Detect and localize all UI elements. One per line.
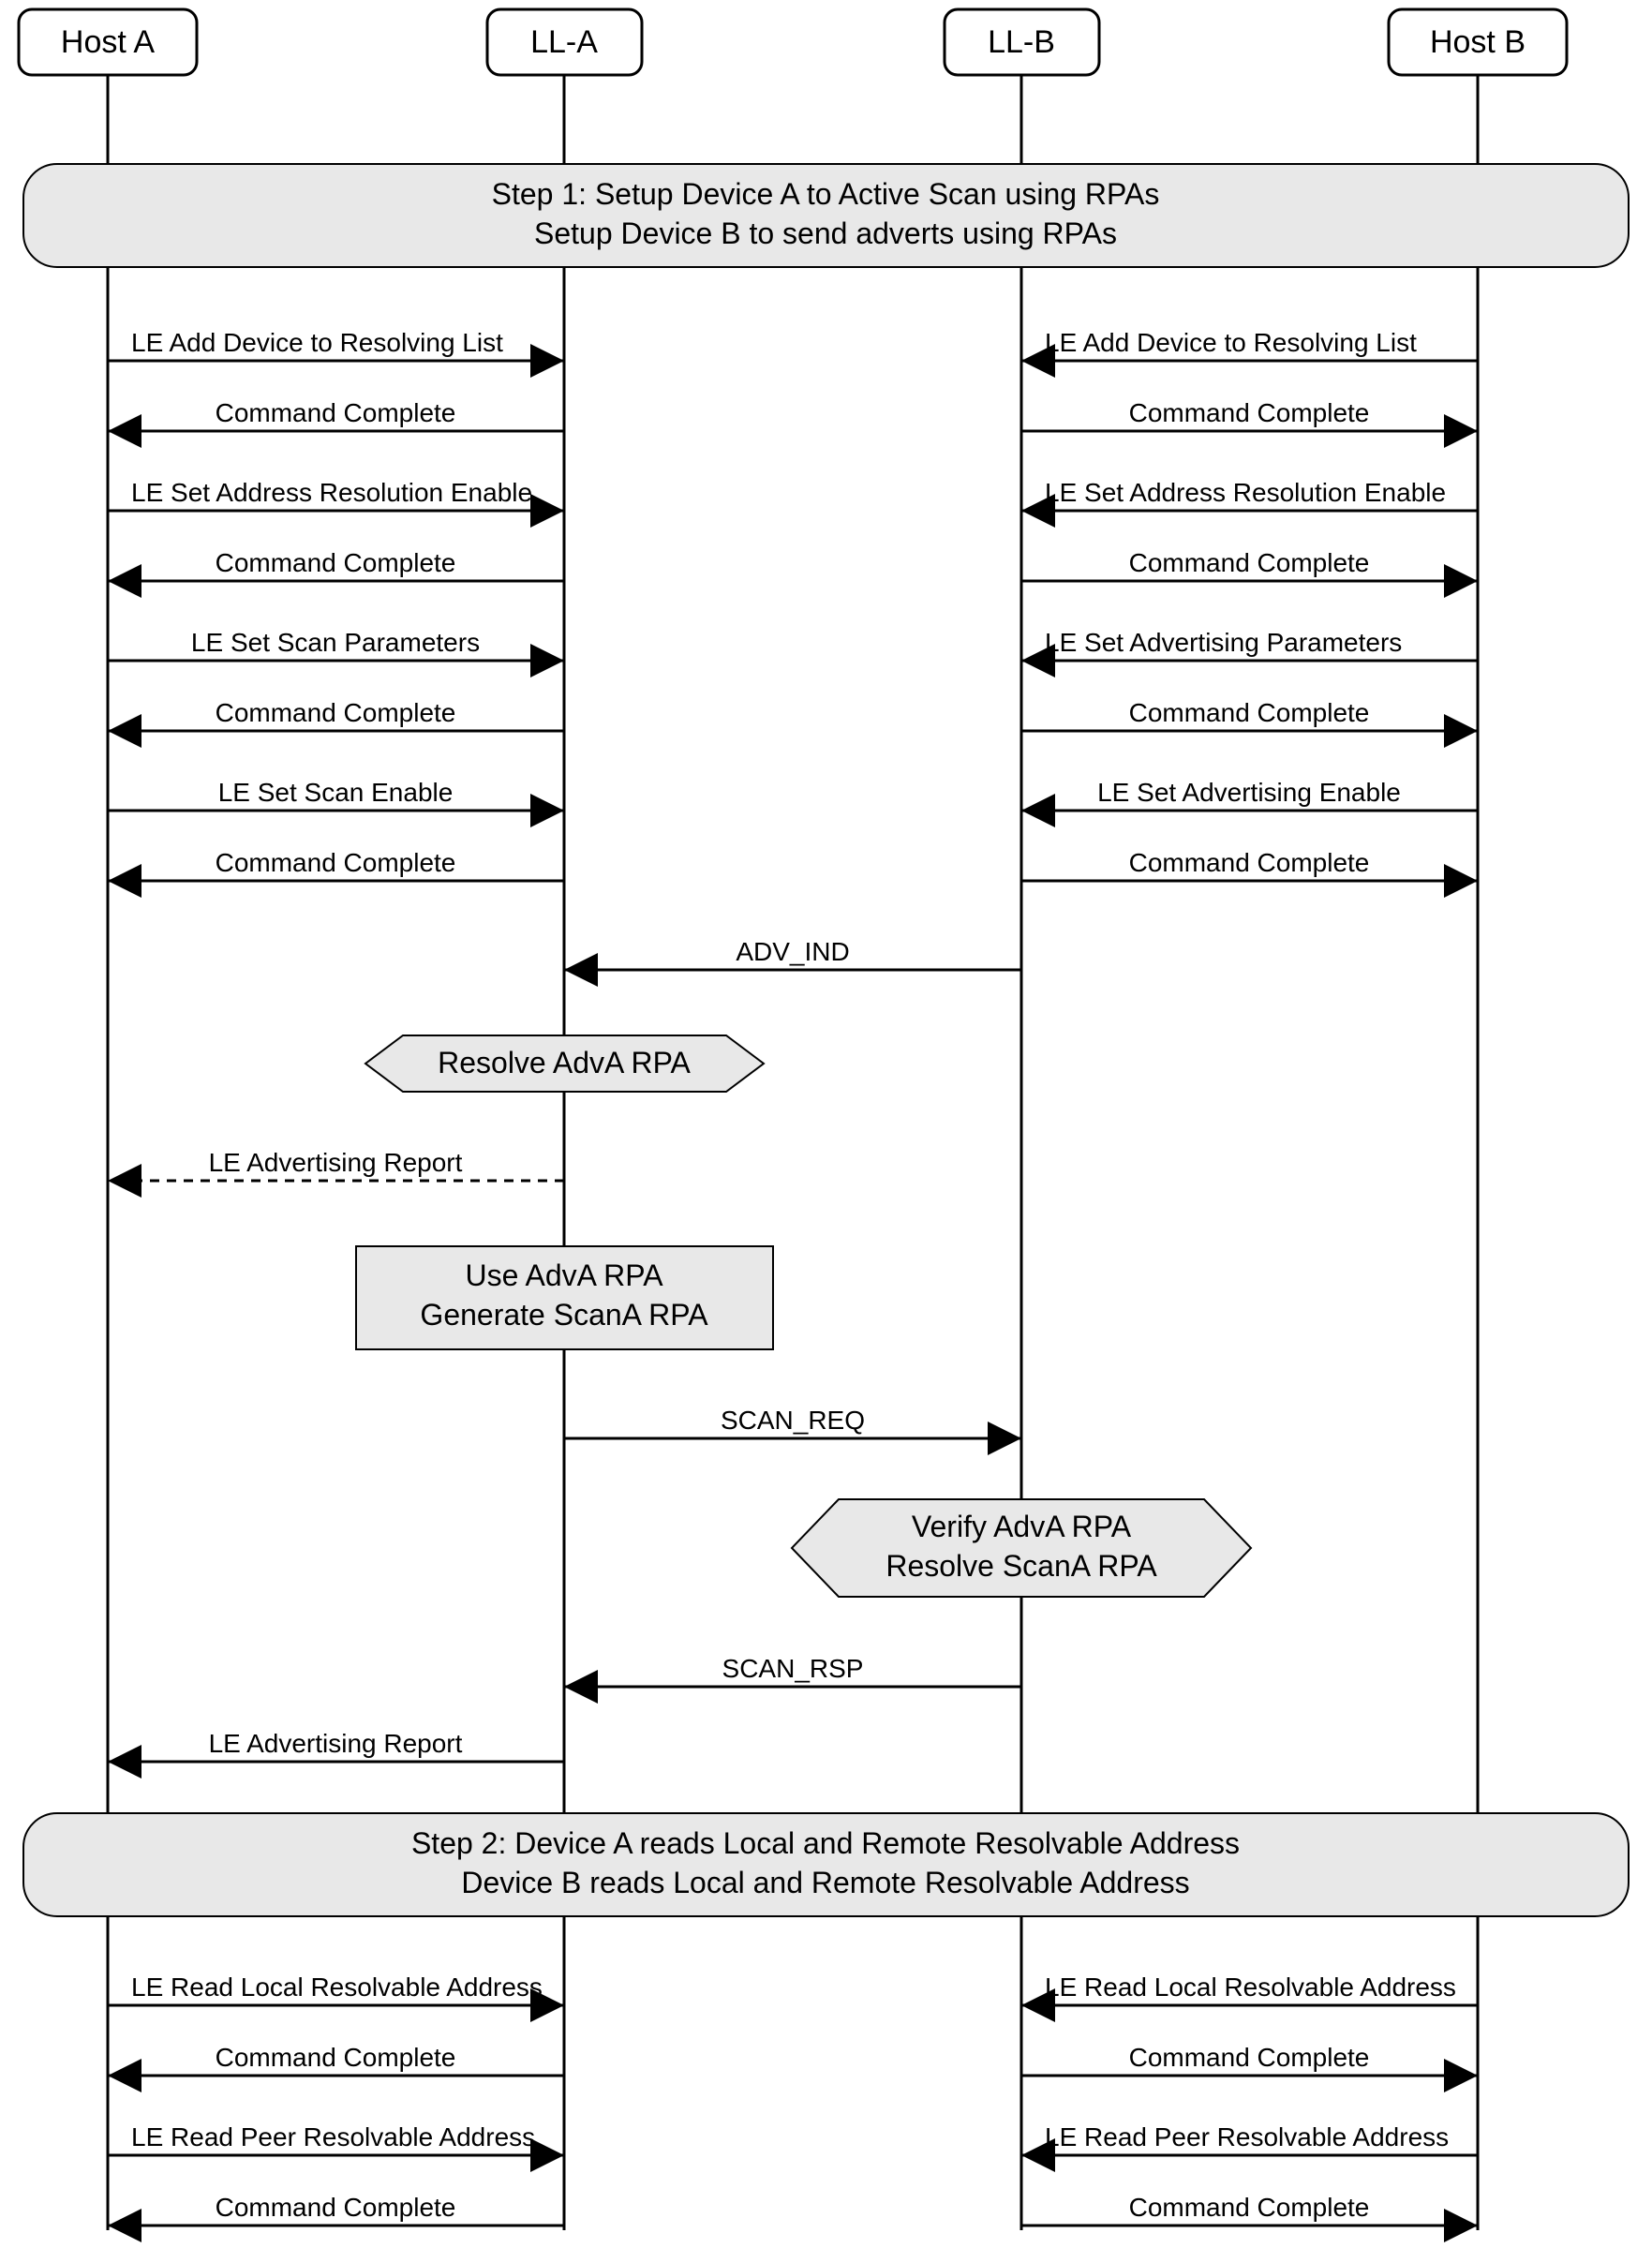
msg-label: Command Complete [216, 548, 456, 577]
step-label: Step 2: Device A reads Local and Remote … [411, 1826, 1240, 1860]
step-2-banner: Step 2: Device A reads Local and Remote … [23, 1813, 1629, 1916]
msg-label: LE Set Advertising Parameters [1045, 628, 1402, 657]
msg-label: LE Set Scan Enable [218, 778, 454, 807]
msg-label: Command Complete [216, 398, 456, 427]
msg-label: LE Read Local Resolvable Address [131, 1973, 543, 2002]
msg-label: Command Complete [1129, 2043, 1370, 2072]
msg-label: LE Advertising Report [209, 1729, 463, 1758]
step-label: Device B reads Local and Remote Resolvab… [461, 1866, 1189, 1899]
participant-ll-b: LL-B [945, 9, 1099, 75]
sequence-diagram: Host A LL-A LL-B Host B Step 1: Setup De… [0, 0, 1652, 2248]
msg-label: LE Read Peer Resolvable Address [131, 2122, 535, 2151]
msg-label: SCAN_REQ [721, 1406, 865, 1435]
msg-label: Command Complete [1129, 848, 1370, 877]
participant-label: Host B [1430, 24, 1525, 60]
msg-label: LE Set Address Resolution Enable [1045, 478, 1446, 507]
note-verify: Verify AdvA RPA Resolve ScanA RPA [792, 1499, 1251, 1597]
msg-label: Command Complete [1129, 398, 1370, 427]
msg-label: LE Add Device to Resolving List [131, 328, 503, 357]
msg-label: Command Complete [216, 2043, 456, 2072]
participant-label: Host A [61, 24, 155, 60]
note-label: Generate ScanA RPA [420, 1298, 708, 1332]
msg-label: Command Complete [1129, 2193, 1370, 2222]
msg-label: ADV_IND [736, 937, 849, 966]
step-label: Setup Device B to send adverts using RPA… [534, 216, 1117, 250]
participant-label: LL-B [988, 24, 1055, 60]
msg-label: LE Set Address Resolution Enable [131, 478, 532, 507]
step-1-banner: Step 1: Setup Device A to Active Scan us… [23, 164, 1629, 267]
msg-label: Command Complete [216, 848, 456, 877]
msg-label: Command Complete [1129, 548, 1370, 577]
msg-label: LE Advertising Report [209, 1148, 463, 1177]
msg-label: LE Add Device to Resolving List [1045, 328, 1417, 357]
msg-label: LE Set Scan Parameters [191, 628, 480, 657]
participant-ll-a: LL-A [487, 9, 642, 75]
note-label: Verify AdvA RPA [912, 1510, 1132, 1543]
participant-label: LL-A [530, 24, 598, 60]
step-label: Step 1: Setup Device A to Active Scan us… [492, 177, 1160, 211]
msg-label: LE Read Peer Resolvable Address [1045, 2122, 1449, 2151]
msg-label: LE Read Local Resolvable Address [1045, 1973, 1456, 2002]
msg-label: SCAN_RSP [722, 1654, 864, 1683]
msg-label: Command Complete [1129, 698, 1370, 727]
note-use-adva: Use AdvA RPA Generate ScanA RPA [356, 1246, 773, 1349]
msg-label: Command Complete [216, 2193, 456, 2222]
note-label: Resolve AdvA RPA [438, 1046, 691, 1079]
msg-label: LE Set Advertising Enable [1097, 778, 1401, 807]
msg-label: Command Complete [216, 698, 456, 727]
note-label: Resolve ScanA RPA [886, 1549, 1157, 1583]
note-label: Use AdvA RPA [465, 1258, 663, 1292]
participant-host-a: Host A [19, 9, 197, 75]
participant-host-b: Host B [1389, 9, 1567, 75]
note-resolve-adva: Resolve AdvA RPA [365, 1035, 764, 1092]
